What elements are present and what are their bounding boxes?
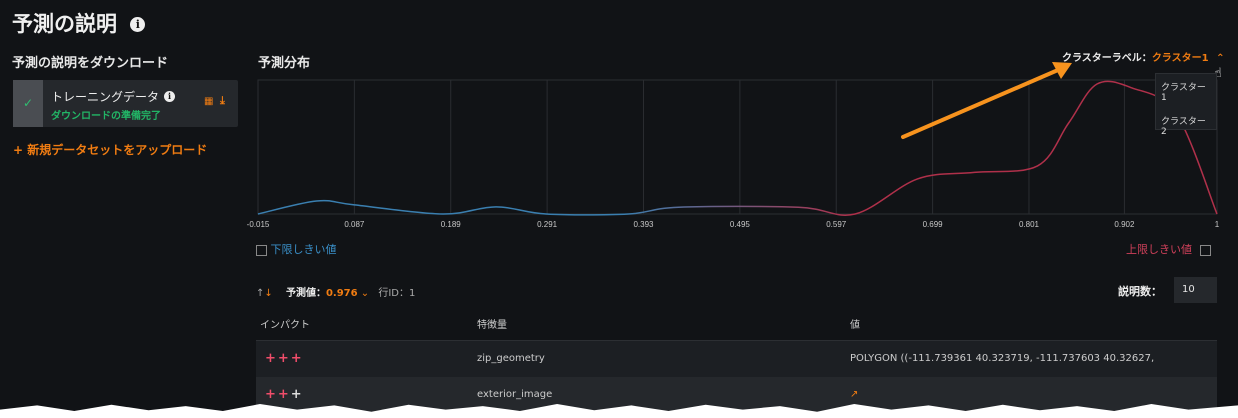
x-tick-label: 1 bbox=[1215, 220, 1220, 229]
prediction-label: 予測値： bbox=[285, 288, 326, 299]
column-header-impact[interactable]: インパクト bbox=[260, 311, 310, 341]
x-tick-label: 0.291 bbox=[537, 220, 558, 229]
lower-threshold-toggle[interactable]: 下限しきい値 bbox=[256, 241, 337, 257]
upper-threshold-toggle[interactable]: 上限しきい値 bbox=[1126, 241, 1211, 257]
prediction-controls: ↑↓ 予測値：0.976 ⌄ 行ID：1 bbox=[256, 284, 415, 299]
x-tick-label: 0.597 bbox=[826, 220, 847, 229]
plot-frame bbox=[257, 79, 1218, 215]
table-row: +++ zip_geometry POLYGON ((-111.739361 4… bbox=[256, 341, 1217, 400]
column-header-feature[interactable]: 特徴量 bbox=[477, 311, 507, 341]
x-tick-label: 0.189 bbox=[441, 220, 462, 229]
column-header-value[interactable]: 値 bbox=[850, 311, 860, 341]
distribution-chart: -0.015 0.087 0.189 0.291 0.393 0.495 0.597 0.69… bbox=[247, 62, 1222, 229]
x-tick-label: 0.699 bbox=[923, 220, 944, 229]
impact-indicator: +++ bbox=[265, 351, 304, 366]
x-tick-label: 0.087 bbox=[344, 220, 365, 229]
feature-name: zip_geometry bbox=[477, 353, 545, 364]
x-tick-label: 0.902 bbox=[1114, 220, 1135, 229]
x-tick-label: -0.015 bbox=[247, 220, 270, 229]
density-curve bbox=[257, 80, 1218, 216]
x-tick-label: 0.495 bbox=[730, 220, 751, 229]
x-tick-label: 0.393 bbox=[633, 220, 654, 229]
prediction-value[interactable]: 0.976 bbox=[326, 288, 358, 299]
lower-threshold-label: 下限しきい値 bbox=[270, 243, 337, 256]
checkbox[interactable] bbox=[1199, 244, 1211, 256]
upper-threshold-label: 上限しきい値 bbox=[1126, 243, 1192, 256]
table-header: インパクト 特徴量 値 bbox=[256, 311, 1217, 341]
cluster-dropdown-menu: クラスター1 クラスター2 bbox=[1155, 73, 1217, 137]
row-id: 行ID：1 bbox=[378, 288, 416, 299]
explanations-input[interactable]: 10 bbox=[1174, 277, 1217, 303]
menu-item-cluster-1[interactable]: クラスター1 bbox=[1156, 74, 1216, 108]
checkbox[interactable] bbox=[256, 244, 267, 256]
sort-icon[interactable]: ↑↓ bbox=[256, 288, 273, 299]
explanations-label: 説明数： bbox=[1118, 285, 1162, 298]
menu-item-cluster-2[interactable]: クラスター2 bbox=[1156, 108, 1216, 142]
x-tick-label: 0.801 bbox=[1019, 220, 1040, 229]
chevron-down-icon[interactable]: ⌄ bbox=[358, 288, 369, 299]
